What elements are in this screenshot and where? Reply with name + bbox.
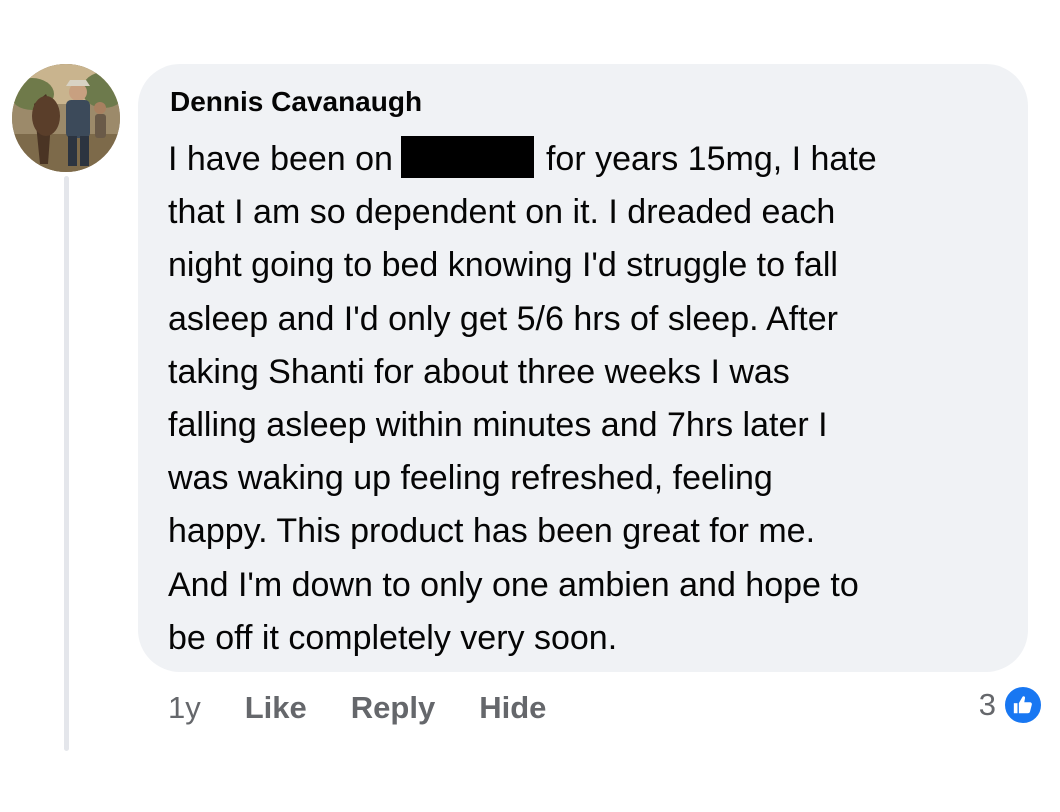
comment-actions: 1y Like Reply Hide [168, 686, 590, 730]
like-button[interactable]: Like [245, 690, 307, 726]
comment-line: And I'm down to only one ambien and hope… [168, 565, 859, 604]
comment-line: that I am so dependent on it. I dreaded … [168, 193, 836, 232]
timestamp[interactable]: 1y [168, 690, 201, 726]
comment-author[interactable]: Dennis Cavanaugh [170, 86, 422, 118]
comment-line: asleep and I'd only get 5/6 hrs of sleep… [168, 299, 838, 338]
redaction-box [400, 136, 534, 178]
comment-line: I have been on for years 15mg, I hate [168, 133, 1008, 186]
hide-button[interactable]: Hide [479, 690, 546, 726]
comment-line: happy. This product has been great for m… [168, 512, 816, 551]
comment-line: taking Shanti for about three weeks I wa… [168, 352, 790, 391]
comment-line: be off it completely very soon. [168, 618, 618, 657]
comment-line: night going to bed knowing I'd struggle … [168, 246, 838, 285]
avatar[interactable] [12, 64, 120, 172]
comment-line: falling asleep within minutes and 7hrs l… [168, 406, 828, 445]
avatar-photo [12, 64, 120, 172]
comment-body: I have been on for years 15mg, I hate tha… [168, 133, 1008, 665]
reaction-count: 3 [978, 687, 996, 722]
reply-button[interactable]: Reply [351, 690, 435, 726]
comment-line-text: for years 15mg, I hate [545, 140, 877, 178]
thread-line [64, 176, 69, 751]
comment-line-text: I have been on [168, 140, 393, 178]
comment-line: was waking up feeling refreshed, feeling [168, 459, 773, 498]
reaction-summary[interactable]: 3 [979, 684, 1044, 726]
thumbs-up-icon [1002, 684, 1044, 726]
